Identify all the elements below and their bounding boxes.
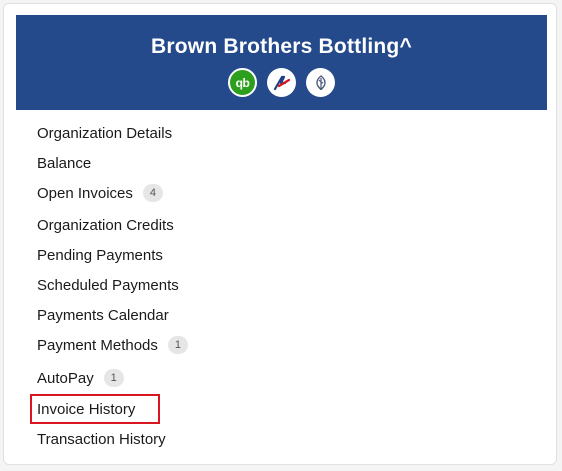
accounting-a-icon[interactable] (267, 68, 296, 97)
quickbooks-icon[interactable]: qb (228, 68, 257, 97)
nav-scheduled-payments[interactable]: Scheduled Payments (37, 274, 179, 296)
nav-item-label: Invoice History (37, 400, 136, 418)
nav-item-label: Pending Payments (37, 246, 163, 264)
nav-payments-calendar[interactable]: Payments Calendar (37, 304, 169, 326)
open-invoices-count-badge: 4 (142, 184, 163, 202)
nav-item-label: Transaction History (37, 430, 166, 448)
nav-item-label: Organization Credits (37, 216, 174, 234)
nav-organization-credits[interactable]: Organization Credits (37, 214, 174, 236)
nav-item-label: Balance (37, 154, 92, 172)
nav-item-label: AutoPay (37, 369, 94, 387)
nav-item-label: Open Invoices (37, 184, 133, 202)
accounting-a-glyph (273, 75, 290, 90)
nav-autopay[interactable]: AutoPay 1 (37, 367, 124, 389)
tree-leaf-icon[interactable] (306, 68, 335, 97)
nav-item-label: Scheduled Payments (37, 276, 179, 294)
integration-icons: qb (16, 68, 547, 98)
organization-header: Brown Brothers Bottling^ qb (16, 15, 547, 110)
nav-item-label: Organization Details (37, 124, 173, 142)
nav-invoice-history[interactable]: Invoice History (37, 398, 135, 420)
autopay-count-badge: 1 (103, 369, 124, 387)
organization-name: Brown Brothers Bottling^ (151, 35, 412, 58)
nav-organization-details[interactable]: Organization Details (37, 122, 172, 144)
tree-leaf-glyph (315, 74, 326, 90)
nav-transaction-history[interactable]: Transaction History (37, 428, 166, 450)
nav-payment-methods[interactable]: Payment Methods 1 (37, 334, 188, 356)
nav-item-label: Payment Methods (37, 336, 158, 354)
nav-pending-payments[interactable]: Pending Payments (37, 244, 163, 266)
nav-item-label: Payments Calendar (37, 306, 169, 324)
nav-open-invoices[interactable]: Open Invoices 4 (37, 182, 163, 204)
quickbooks-icon-label: qb (235, 75, 250, 90)
payment-methods-count-badge: 1 (167, 336, 188, 354)
nav-balance[interactable]: Balance (37, 152, 91, 174)
